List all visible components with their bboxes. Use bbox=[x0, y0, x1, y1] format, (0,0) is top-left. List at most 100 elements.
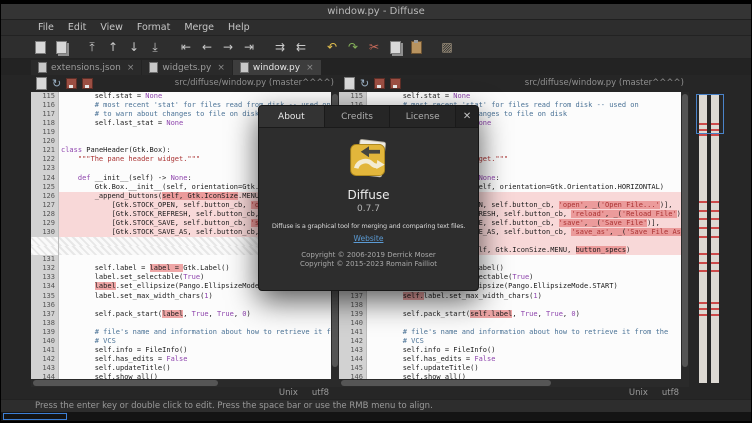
toolbar-first-difference-button[interactable]: ⤒ bbox=[83, 38, 101, 56]
tab-window.py[interactable]: window.py × bbox=[233, 60, 321, 75]
code-segment: self.last_stat = bbox=[61, 119, 166, 127]
dialog-tab-about[interactable]: About bbox=[259, 106, 325, 127]
toolbar-clear-edits-button[interactable]: ▨ bbox=[438, 38, 456, 56]
pane-save-file-button[interactable] bbox=[374, 78, 385, 89]
pane-statusbar: Unix utf8 bbox=[31, 387, 339, 399]
horizontal-scrollbar[interactable] bbox=[31, 379, 339, 387]
tab-close-icon[interactable]: × bbox=[306, 63, 314, 73]
toolbar-next-difference-button[interactable]: ↓ bbox=[125, 38, 143, 56]
code-line[interactable]: 143 self.info = FileInfo() bbox=[339, 346, 681, 355]
diff-mark bbox=[699, 314, 707, 316]
encoding-indicator[interactable]: utf8 bbox=[312, 388, 329, 398]
toolbar-shift-pane-left-button[interactable]: ⇤ bbox=[177, 38, 195, 56]
pane-reload-file-button[interactable]: ↻ bbox=[360, 78, 369, 89]
code-line[interactable]: 139 # file's name and information about … bbox=[31, 328, 331, 337]
code-line[interactable]: 141 # file's name and information about … bbox=[339, 328, 681, 337]
line-number: 145 bbox=[339, 364, 367, 373]
menu-view[interactable]: View bbox=[93, 22, 130, 33]
menu-format[interactable]: Format bbox=[130, 22, 177, 33]
tab-close-icon[interactable]: × bbox=[217, 63, 225, 73]
code-line[interactable]: 137 self.pack_start(label, True, True, 0… bbox=[31, 310, 331, 319]
dialog-tab-credits[interactable]: Credits bbox=[325, 106, 391, 127]
line-ending-indicator[interactable]: Unix bbox=[629, 388, 648, 398]
map-viewport[interactable] bbox=[696, 94, 724, 134]
toolbar-open-file-button[interactable] bbox=[52, 38, 70, 56]
line-text: self.info = FileInfo() bbox=[59, 346, 331, 355]
encoding-indicator[interactable]: utf8 bbox=[662, 388, 679, 398]
pane-save-file-as-button[interactable] bbox=[82, 78, 93, 89]
pane-reload-file-button[interactable]: ↻ bbox=[52, 78, 61, 89]
code-line[interactable]: 139 self.pack_start(self.label, True, Tr… bbox=[339, 310, 681, 319]
scrollbar-thumb[interactable] bbox=[341, 380, 551, 386]
code-segment: : bbox=[495, 174, 499, 182]
code-segment: 'Save File' bbox=[601, 219, 647, 227]
toolbar-undo-button[interactable]: ↶ bbox=[323, 38, 341, 56]
code-line[interactable]: 145 self.updateTitle() bbox=[339, 364, 681, 373]
toolbar-paste-button[interactable] bbox=[407, 38, 425, 56]
tab-label: window.py bbox=[253, 63, 300, 73]
dialog-close-button[interactable]: ✕ bbox=[456, 106, 478, 127]
code-line[interactable]: 115 self.stat = None bbox=[31, 92, 331, 101]
paste-icon bbox=[411, 41, 422, 54]
scrollbar-thumb[interactable] bbox=[682, 94, 688, 367]
pane-save-file-button[interactable] bbox=[66, 78, 77, 89]
code-line[interactable]: 141 self.info = FileInfo() bbox=[31, 346, 331, 355]
code-line[interactable]: 140 # VCS bbox=[31, 337, 331, 346]
pane-open-file-button[interactable] bbox=[36, 77, 47, 90]
menu-help[interactable]: Help bbox=[221, 22, 257, 33]
pane-open-file-button[interactable] bbox=[344, 77, 355, 90]
tab-extensions.json[interactable]: extensions.json× bbox=[31, 60, 141, 75]
code-line[interactable]: 144 self.has_edits = False bbox=[339, 355, 681, 364]
line-number: 122 bbox=[31, 155, 59, 164]
toolbar-merge-from-right-button[interactable]: ⇇ bbox=[292, 38, 310, 56]
code-line[interactable]: 142 self.has_edits = False bbox=[31, 355, 331, 364]
diff-mark bbox=[699, 201, 707, 203]
diff-mark bbox=[699, 262, 707, 264]
toolbar-cut-button[interactable]: ✂ bbox=[365, 38, 383, 56]
copy-icon bbox=[390, 41, 401, 54]
line-ending-indicator[interactable]: Unix bbox=[279, 388, 298, 398]
menu-edit[interactable]: Edit bbox=[61, 22, 93, 33]
code-line[interactable]: 115 self.stat = None bbox=[339, 92, 681, 101]
toolbar-new-file-button[interactable] bbox=[31, 38, 49, 56]
code-line[interactable]: 143 self.updateTitle() bbox=[31, 364, 331, 373]
diff-map[interactable] bbox=[689, 75, 751, 399]
code-segment: , _( bbox=[584, 201, 601, 209]
code-segment: label.set_max_width_chars( bbox=[61, 292, 204, 300]
code-segment: self.has_edits = bbox=[61, 355, 166, 363]
code-segment: None bbox=[479, 174, 496, 182]
code-line[interactable]: 137 self.label.set_max_width_chars(1) bbox=[339, 292, 681, 301]
toolbar-merge-from-left-button[interactable]: ⇉ bbox=[271, 38, 289, 56]
vertical-scrollbar[interactable] bbox=[681, 92, 689, 379]
toolbar-redo-button[interactable]: ↷ bbox=[344, 38, 362, 56]
horizontal-scrollbar[interactable] bbox=[339, 379, 689, 387]
toolbar-last-difference-button[interactable]: ⤓ bbox=[146, 38, 164, 56]
line-text: self.label.set_max_width_chars(1) bbox=[367, 292, 681, 301]
toolbar-copy-button[interactable] bbox=[386, 38, 404, 56]
toolbar-previous-difference-button[interactable]: ↑ bbox=[104, 38, 122, 56]
code-line[interactable]: 138 bbox=[339, 301, 681, 310]
tab-close-icon[interactable]: × bbox=[127, 63, 135, 73]
code-segment: True bbox=[183, 273, 200, 281]
code-line[interactable]: 136 bbox=[31, 301, 331, 310]
menu-file[interactable]: File bbox=[31, 22, 61, 33]
reload-file-icon: ↻ bbox=[360, 78, 369, 89]
shift-pane-right-icon: ⇥ bbox=[244, 41, 254, 53]
code-line[interactable]: 140 bbox=[339, 319, 681, 328]
diff-mark bbox=[711, 134, 719, 136]
line-number: 138 bbox=[339, 301, 367, 310]
menu-merge[interactable]: Merge bbox=[177, 22, 221, 33]
toolbar-copy-selection-right-button[interactable]: → bbox=[219, 38, 237, 56]
dialog-tab-license[interactable]: License bbox=[390, 106, 456, 127]
scrollbar-thumb[interactable] bbox=[33, 380, 218, 386]
code-line[interactable]: 135 label.set_max_width_chars(1) bbox=[31, 292, 331, 301]
titlebar[interactable]: window.py - Diffuse bbox=[1, 4, 751, 20]
code-line[interactable]: 142 # VCS bbox=[339, 337, 681, 346]
tab-widgets.py[interactable]: widgets.py× bbox=[142, 60, 232, 75]
toolbar-copy-selection-left-button[interactable]: ← bbox=[198, 38, 216, 56]
code-segment: None bbox=[166, 119, 183, 127]
code-line[interactable]: 138 bbox=[31, 319, 331, 328]
website-link[interactable]: Website bbox=[354, 234, 384, 243]
toolbar-shift-pane-right-button[interactable]: ⇥ bbox=[240, 38, 258, 56]
pane-save-file-as-button[interactable] bbox=[390, 78, 401, 89]
